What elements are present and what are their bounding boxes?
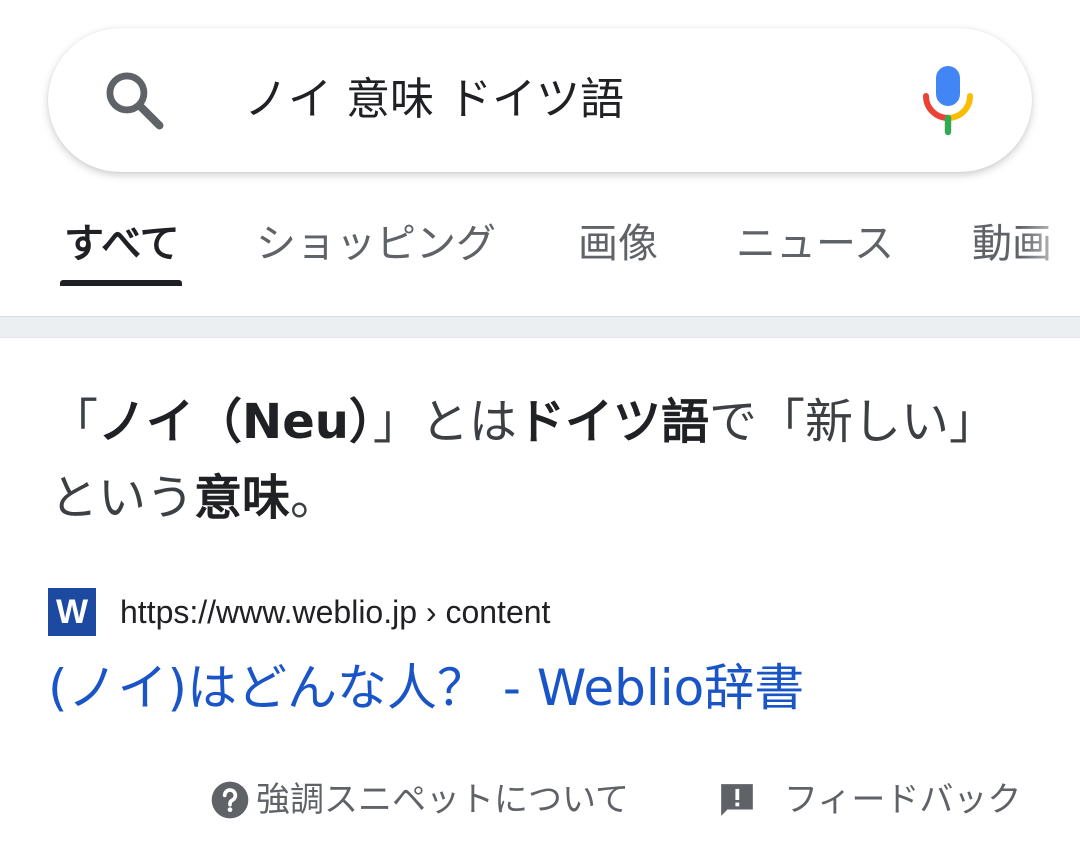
source-url[interactable]: https://www.weblio.jp › content xyxy=(120,590,550,634)
featured-snippet-text: 「ノイ（Neu）」とはドイツ語で「新しい」という意味。 xyxy=(50,384,1030,536)
source-domain: https://www.weblio.jp xyxy=(120,594,418,630)
about-featured-snippets-label: 強調スニペットについて xyxy=(256,780,629,820)
microphone-icon[interactable] xyxy=(920,64,976,136)
search-results-page: ノイ 意味 ドイツ語 すべて ショッピング 画像 ニュース 動画 「ノイ（Neu… xyxy=(0,0,1080,860)
tabs-fade xyxy=(1020,200,1080,310)
tab-all[interactable]: すべて xyxy=(64,216,180,272)
snippet-part-bold: ノイ（Neu） xyxy=(98,394,373,450)
snippet-part-bold: ドイツ語 xyxy=(516,394,709,450)
search-bar[interactable]: ノイ 意味 ドイツ語 xyxy=(48,28,1032,172)
snippet-part: 。 xyxy=(290,470,339,526)
search-icon[interactable] xyxy=(100,66,168,134)
feedback-icon xyxy=(721,784,753,816)
snippet-part: 「 xyxy=(50,394,99,450)
weblio-favicon[interactable]: W xyxy=(48,588,96,636)
help-icon xyxy=(211,781,249,819)
feedback-button[interactable]: フィードバック xyxy=(718,776,1021,824)
feedback-label: フィードバック xyxy=(784,780,1022,820)
result-title-link[interactable]: (ノイ)はどんな人？ - Weblio辞書 xyxy=(48,652,804,724)
source-breadcrumb: › content xyxy=(417,594,551,630)
section-divider xyxy=(0,316,1080,338)
about-featured-snippets-button[interactable]: 強調スニペットについて xyxy=(210,776,629,824)
search-input[interactable]: ノイ 意味 ドイツ語 xyxy=(244,68,624,132)
search-tabs: すべて ショッピング 画像 ニュース 動画 xyxy=(0,200,1080,310)
tab-news[interactable]: ニュース xyxy=(736,216,894,272)
active-tab-indicator xyxy=(60,280,182,286)
snippet-part: 」とは xyxy=(372,394,517,450)
snippet-part-bold: 意味 xyxy=(194,470,291,526)
tab-images[interactable]: 画像 xyxy=(578,216,658,272)
tab-shopping[interactable]: ショッピング xyxy=(256,216,496,272)
